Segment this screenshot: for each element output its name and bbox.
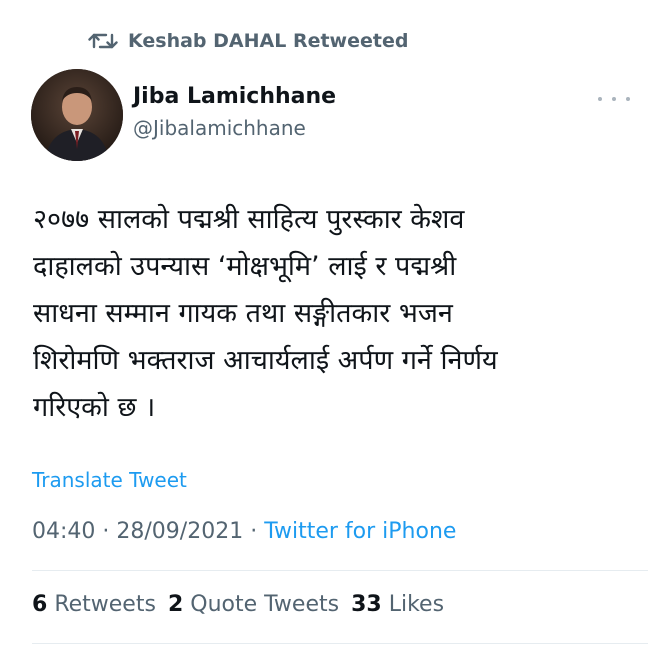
author-name[interactable]: Jiba Lamichhane <box>133 84 336 109</box>
tweet-meta: 04:40 · 28/09/2021 · Twitter for iPhone <box>32 519 456 544</box>
likes-label: Likes <box>388 592 445 617</box>
translate-tweet-link[interactable]: Translate Tweet <box>32 468 187 492</box>
dot <box>612 97 616 101</box>
tweet-source-link[interactable]: Twitter for iPhone <box>264 519 456 544</box>
likes-count: 33 <box>351 592 382 617</box>
divider <box>32 570 648 571</box>
avatar[interactable] <box>31 69 123 161</box>
tweet-time[interactable]: 04:40 <box>32 519 95 544</box>
likes-stat[interactable]: 33 Likes <box>351 592 444 617</box>
retweet-icon <box>88 29 118 53</box>
retweeted-by-text: Keshab DAHAL Retweeted <box>128 30 409 52</box>
author-handle[interactable]: @Jibalamichhane <box>133 116 306 140</box>
meta-separator: · <box>243 519 265 544</box>
divider <box>32 643 648 644</box>
quote-tweets-stat[interactable]: 2 Quote Tweets <box>168 592 339 617</box>
retweets-label: Retweets <box>54 592 156 617</box>
tweet-date[interactable]: 28/09/2021 <box>116 519 243 544</box>
quote-tweets-count: 2 <box>167 592 184 617</box>
dot <box>598 97 602 101</box>
dot <box>626 97 630 101</box>
quote-tweets-label: Quote Tweets <box>190 592 340 617</box>
meta-separator: · <box>95 519 117 544</box>
retweets-stat[interactable]: 6 Retweets <box>32 592 156 617</box>
retweet-context[interactable]: Keshab DAHAL Retweeted <box>88 26 408 56</box>
tweet-stats: 6 Retweets 2 Quote Tweets 33 Likes <box>32 592 444 617</box>
retweets-count: 6 <box>32 592 48 617</box>
tweet-text: २०७७ सालको पद्मश्री साहित्य पुरस्कार केश… <box>33 204 498 423</box>
more-options-icon[interactable] <box>598 92 630 106</box>
